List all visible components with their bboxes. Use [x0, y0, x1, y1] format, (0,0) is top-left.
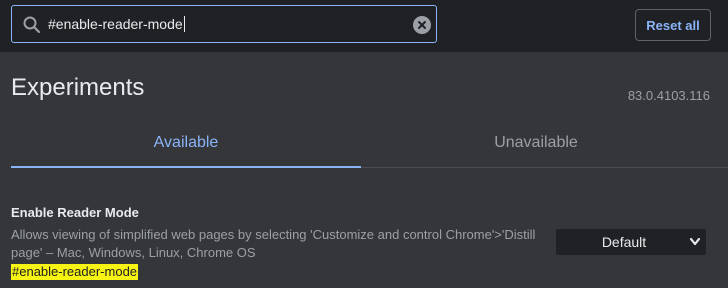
- tab-available[interactable]: Available: [11, 134, 361, 152]
- experiment-state-select[interactable]: Default: [556, 229, 706, 255]
- experiment-description: Allows viewing of simplified web pages b…: [11, 227, 536, 260]
- clear-icon[interactable]: [413, 16, 431, 34]
- select-value: Default: [601, 234, 647, 250]
- experiment-title: Enable Reader Mode: [11, 205, 139, 220]
- search-input[interactable]: #enable-reader-mode: [11, 5, 437, 43]
- tab-unavailable[interactable]: Unavailable: [361, 134, 711, 152]
- text-cursor: [183, 16, 185, 32]
- search-value: #enable-reader-mode: [48, 16, 185, 32]
- active-tab-indicator: [11, 166, 361, 168]
- page-title: Experiments: [11, 74, 145, 101]
- chevron-down-icon: [689, 237, 701, 246]
- search-icon: [23, 16, 41, 34]
- reset-all-button[interactable]: Reset all: [635, 9, 711, 41]
- experiment-link[interactable]: #enable-reader-mode: [11, 264, 139, 280]
- version-label: 83.0.4103.116: [627, 88, 710, 103]
- header-bar: #enable-reader-mode Reset all: [0, 0, 728, 52]
